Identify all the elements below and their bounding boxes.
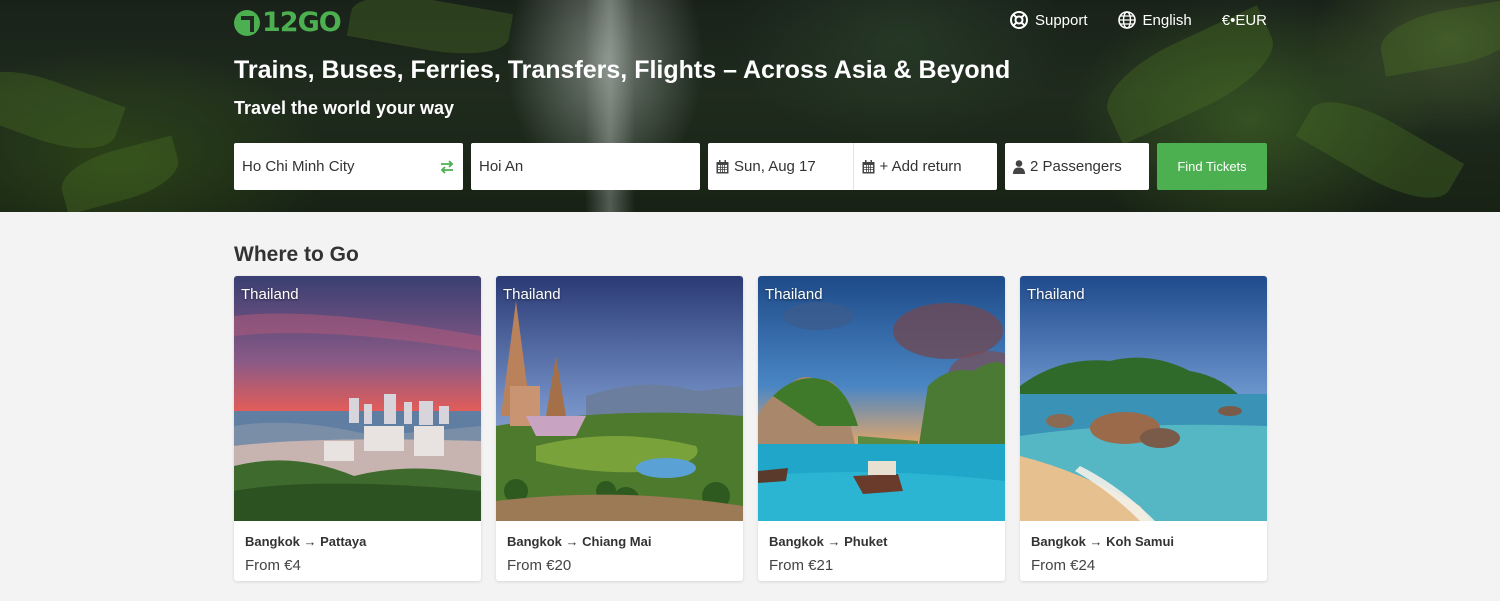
card-image: Thailand (1020, 276, 1267, 521)
card-image: Thailand (758, 276, 1005, 521)
top-navigation: Support English €•EUR (1009, 11, 1267, 29)
currency-selector[interactable]: €•EUR (1222, 12, 1267, 29)
logo-mark-icon (234, 10, 260, 36)
support-link[interactable]: Support (1009, 11, 1088, 29)
dates-field: Sun, Aug 17 + Add return (708, 143, 997, 190)
globe-icon (1117, 11, 1136, 29)
passengers-field[interactable]: 2 Passengers (1005, 143, 1149, 190)
card-price: From €4 (245, 557, 301, 574)
hero-title: Trains, Buses, Ferries, Transfers, Fligh… (234, 56, 1011, 84)
card-route: Bangkok → Koh Samui (1031, 534, 1175, 549)
section-title: Where to Go (234, 243, 359, 266)
card-country-tag: Thailand (241, 286, 299, 303)
from-field[interactable]: Ho Chi Minh City (234, 143, 463, 190)
language-selector[interactable]: English (1117, 11, 1192, 29)
pattaya-city-image (234, 276, 481, 521)
destination-card[interactable]: Thailand Bangkok → Koh Samui From €24 (1020, 276, 1267, 581)
card-body: Bangkok → Pattaya From €4 (234, 521, 481, 581)
card-country-tag: Thailand (1027, 286, 1085, 303)
koh-samui-beach-image (1020, 276, 1267, 521)
hero-subtitle: Travel the world your way (234, 98, 455, 118)
card-route: Bangkok → Chiang Mai (507, 534, 652, 549)
card-route: Bangkok → Pattaya (245, 534, 367, 549)
return-date-label: + Add return (879, 158, 962, 175)
logo-text: 12GO (262, 7, 342, 38)
card-country-tag: Thailand (765, 286, 823, 303)
to-field[interactable]: Hoi An (471, 143, 700, 190)
card-route: Bangkok → Phuket (769, 534, 888, 549)
card-price: From €20 (507, 557, 572, 574)
person-icon (1013, 159, 1025, 174)
destination-card[interactable]: Thailand Bangkok → Chiang Mai From €20 (496, 276, 743, 581)
site-logo[interactable]: 12GO (234, 7, 342, 38)
calendar-icon (862, 159, 874, 173)
card-body: Bangkok → Phuket From €21 (758, 521, 1005, 581)
language-label: English (1142, 11, 1192, 29)
support-label: Support (1034, 11, 1088, 29)
from-value: Ho Chi Minh City (242, 158, 355, 175)
card-body: Bangkok → Koh Samui From €24 (1020, 521, 1267, 581)
currency-label: €•EUR (1221, 11, 1267, 29)
destination-card[interactable]: Thailand Bangkok → Phuket From €21 (758, 276, 1005, 581)
lifebuoy-icon (1009, 11, 1028, 29)
destination-cards: Thailand Bangkok → Pattaya From €4 Thail… (234, 276, 1267, 581)
destination-card[interactable]: Thailand Bangkok → Pattaya From €4 (234, 276, 481, 581)
departure-date-field[interactable]: Sun, Aug 17 (708, 143, 853, 190)
swap-arrows-icon[interactable] (439, 159, 455, 174)
card-country-tag: Thailand (503, 286, 561, 303)
card-price: From €21 (769, 557, 834, 574)
departure-date-value: Sun, Aug 17 (734, 158, 816, 175)
card-body: Bangkok → Chiang Mai From €20 (496, 521, 743, 581)
to-value: Hoi An (479, 158, 524, 175)
card-image: Thailand (234, 276, 481, 521)
phuket-bay-image (758, 276, 1005, 521)
calendar-icon (716, 159, 729, 173)
return-date-field[interactable]: + Add return (852, 143, 998, 190)
chiang-mai-temple-image (496, 276, 743, 521)
card-price: From €24 (1031, 557, 1096, 574)
card-image: Thailand (496, 276, 743, 521)
passengers-value: 2 Passengers (1030, 158, 1122, 175)
find-tickets-button[interactable]: Find Tickets (1157, 143, 1267, 190)
